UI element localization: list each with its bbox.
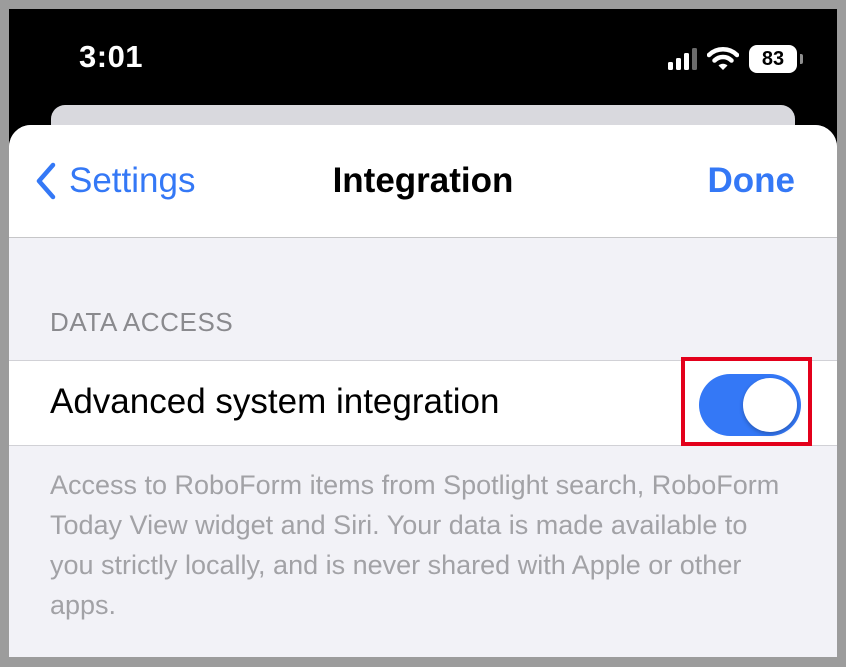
cellular-signal-icon [668, 48, 697, 70]
signal-bar [692, 48, 697, 70]
section-header: DATA ACCESS [50, 307, 234, 337]
navigation-bar: Settings Integration Done [9, 125, 837, 238]
wifi-icon [707, 47, 739, 71]
battery-icon: 83 [749, 45, 803, 73]
back-button-label: Settings [69, 161, 196, 200]
signal-bar [684, 53, 689, 70]
status-icons: 83 [668, 45, 803, 73]
screenshot-frame: 3:01 83 Settings Integration Done DATA A… [9, 9, 837, 657]
signal-bar [676, 58, 681, 70]
toggle-knob [743, 378, 797, 432]
status-bar: 3:01 83 [9, 9, 837, 105]
chevron-left-icon [36, 162, 56, 200]
row-label: Advanced system integration [50, 382, 500, 421]
done-button[interactable]: Done [708, 159, 796, 203]
back-button[interactable]: Settings [35, 159, 195, 203]
battery-percentage: 83 [761, 47, 785, 70]
status-time: 3:01 [79, 39, 144, 74]
advanced-integration-row: Advanced system integration [9, 360, 837, 446]
signal-bar [668, 62, 673, 70]
battery-level: 83 [749, 45, 797, 73]
integration-sheet: Settings Integration Done DATA ACCESS Ad… [9, 125, 837, 657]
section-footer: Access to RoboForm items from Spotlight … [50, 470, 780, 620]
advanced-integration-toggle[interactable] [699, 374, 801, 436]
battery-cap [800, 54, 803, 64]
